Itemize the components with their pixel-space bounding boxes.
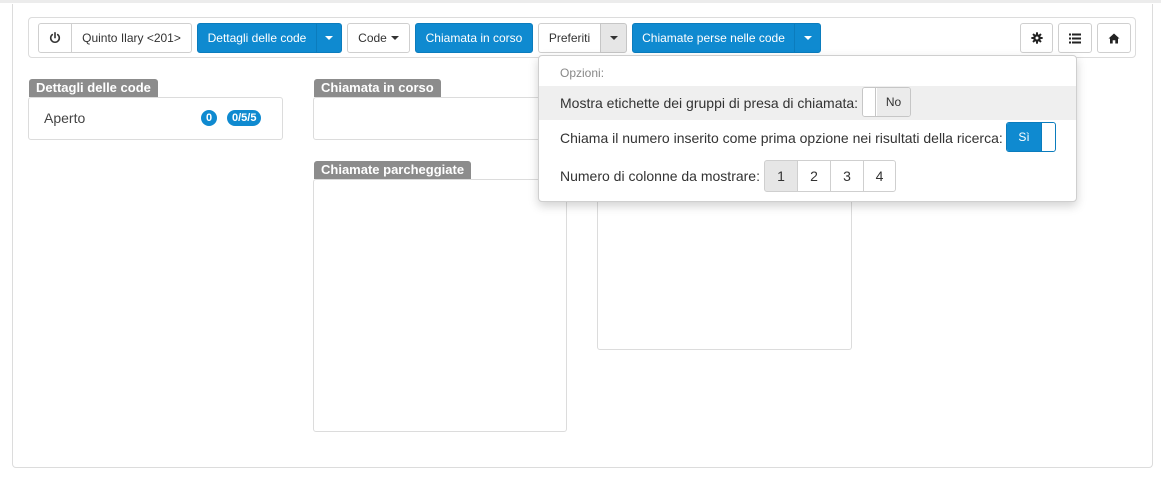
queue-stats-badge: 0/5/5 xyxy=(227,110,262,126)
toggle-knob xyxy=(863,88,876,116)
pickup-labels-toggle[interactable]: No xyxy=(862,87,911,117)
chevron-down-icon xyxy=(325,36,333,40)
home-icon xyxy=(1108,33,1120,43)
top-divider xyxy=(0,0,1161,3)
call-number-first-toggle[interactable]: Sì xyxy=(1006,122,1056,152)
favorites-panel xyxy=(597,180,852,350)
options-header: Opzioni: xyxy=(560,66,605,80)
columns-option-4[interactable]: 4 xyxy=(863,160,896,192)
queue-details-button[interactable]: Dettagli delle code xyxy=(197,23,317,53)
queue-details-panel-title: Dettagli delle code xyxy=(29,79,158,97)
chevron-down-icon xyxy=(609,36,618,40)
chevron-down-icon xyxy=(390,36,399,40)
toggle-value: Sì xyxy=(1007,123,1041,151)
queue-waiting-badge: 0 xyxy=(201,110,218,126)
columns-option-3[interactable]: 3 xyxy=(830,160,864,192)
queues-dropdown-button[interactable]: Code xyxy=(347,23,410,53)
list-icon xyxy=(1069,33,1081,43)
parked-calls-panel xyxy=(313,179,567,432)
call-in-progress-panel-title: Chiamata in corso xyxy=(314,79,441,97)
queue-name: Aperto xyxy=(44,110,86,126)
parked-calls-panel-title: Chiamate parcheggiate xyxy=(314,161,472,179)
queues-label: Code xyxy=(358,31,387,45)
queue-details-dropdown-toggle[interactable] xyxy=(316,23,342,53)
toggle-value: No xyxy=(877,88,910,116)
missed-calls-dropdown-toggle[interactable] xyxy=(794,23,821,53)
queue-details-panel: Aperto 0 0/5/5 xyxy=(28,97,283,140)
favorites-dropdown-toggle[interactable] xyxy=(600,23,627,53)
favorites-button[interactable]: Preferiti xyxy=(538,23,601,53)
option-call-number-first[interactable]: Chiama il numero inserito come prima opz… xyxy=(539,121,1076,155)
user-extension-button[interactable]: Quinto Ilary <201> xyxy=(71,23,192,53)
option-label: Mostra etichette dei gruppi di presa di … xyxy=(560,95,859,111)
option-label: Chiama il numero inserito come prima opz… xyxy=(560,130,1003,146)
chevron-down-icon xyxy=(803,36,812,40)
settings-button[interactable] xyxy=(1020,23,1053,53)
columns-label: Numero di colonne da mostrare: xyxy=(560,168,760,184)
gear-icon xyxy=(1030,32,1043,44)
columns-option-2[interactable]: 2 xyxy=(797,160,831,192)
option-show-pickup-group-labels[interactable]: Mostra etichette dei gruppi di presa di … xyxy=(539,86,1076,120)
missed-calls-button[interactable]: Chiamate perse nelle code xyxy=(632,23,795,53)
list-view-button[interactable] xyxy=(1058,23,1092,53)
power-button[interactable] xyxy=(38,23,72,53)
call-in-progress-panel xyxy=(313,97,567,140)
toggle-knob xyxy=(1041,123,1054,151)
call-in-progress-button[interactable]: Chiamata in corso xyxy=(415,23,533,53)
power-icon xyxy=(49,32,61,43)
home-button[interactable] xyxy=(1097,23,1131,53)
columns-option-1[interactable]: 1 xyxy=(764,160,798,192)
